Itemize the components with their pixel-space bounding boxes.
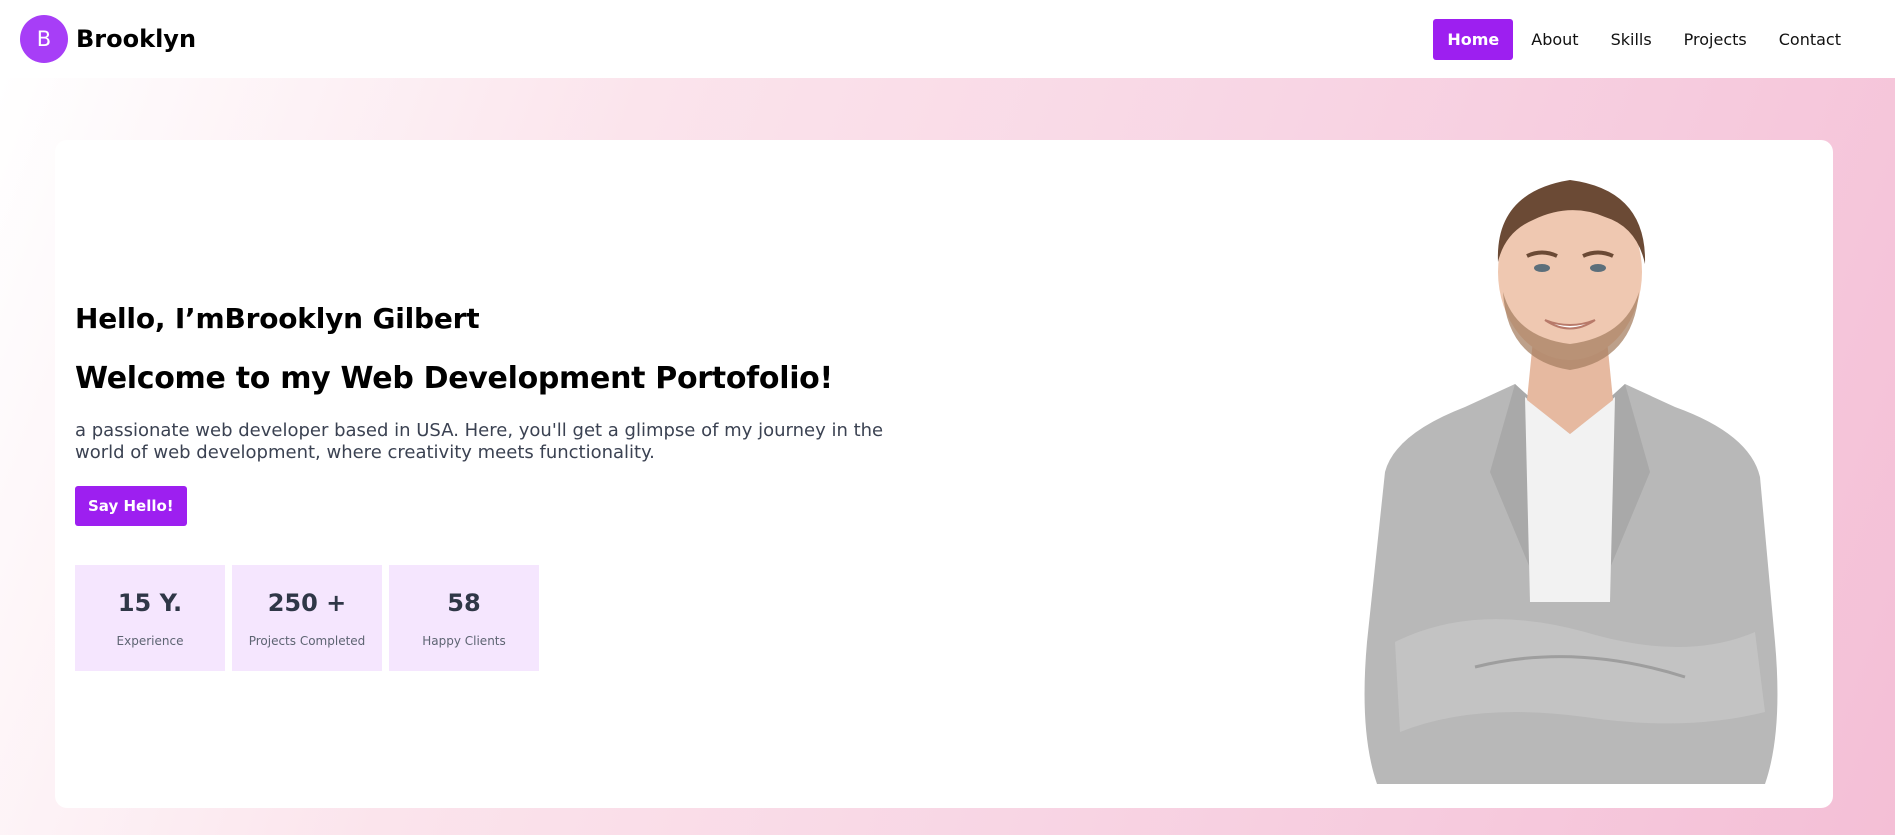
hero-welcome: Welcome to my Web Development Portofolio…: [75, 361, 833, 396]
stat-clients: 58 Happy Clients: [389, 565, 539, 671]
hero-tagline: a passionate web developer based in USA.…: [75, 420, 884, 463]
nav-home[interactable]: Home: [1433, 18, 1514, 60]
nav-contact[interactable]: Contact: [1765, 19, 1855, 60]
stat-experience: 15 Y. Experience: [75, 565, 225, 671]
say-hello-button[interactable]: Say Hello!: [75, 486, 187, 526]
stat-projects: 250 + Projects Completed: [232, 565, 382, 671]
stat-label: Projects Completed: [248, 633, 366, 648]
stat-value: 58: [447, 588, 481, 617]
logo-avatar[interactable]: B: [20, 15, 68, 63]
nav-projects[interactable]: Projects: [1670, 19, 1761, 60]
hero-greeting: Hello, I’mBrooklyn Gilbert: [75, 302, 480, 335]
stat-label: Experience: [116, 633, 184, 648]
brand-name[interactable]: Brooklyn: [76, 25, 196, 53]
stat-label: Happy Clients: [422, 633, 506, 648]
site-header: B Brooklyn Home About Skills Projects Co…: [0, 0, 1895, 78]
portrait-photo: [1364, 180, 1778, 784]
stat-value: 15 Y.: [117, 588, 183, 617]
stat-value: 250 +: [267, 588, 347, 617]
nav-about[interactable]: About: [1517, 19, 1592, 60]
main-nav: Home About Skills Projects Contact: [1433, 18, 1855, 60]
stats-row: 15 Y. Experience 250 + Projects Complete…: [75, 565, 539, 671]
brand[interactable]: B Brooklyn: [20, 15, 196, 63]
logo-letter: B: [36, 27, 52, 51]
hero-intro: Hello, I’mBrooklyn Gilbert Welcome to my…: [75, 302, 955, 526]
nav-skills[interactable]: Skills: [1597, 19, 1666, 60]
